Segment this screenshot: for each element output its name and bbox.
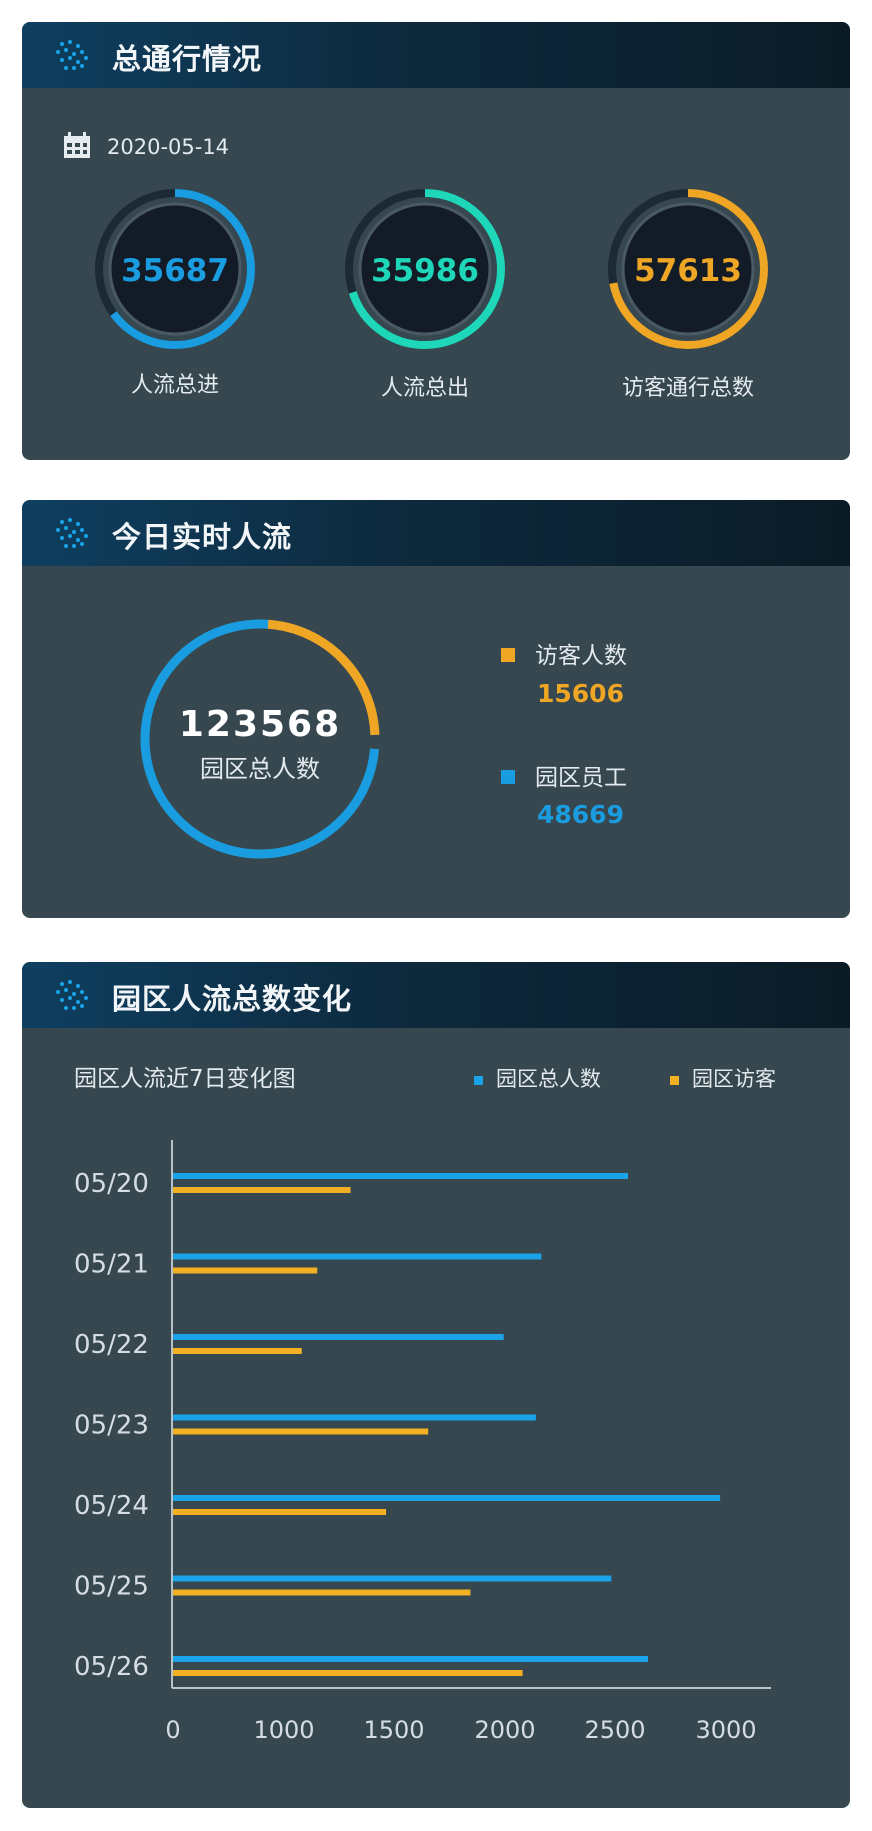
donut-area: 123568 园区总人数 访客人数 15606 园区员工 48669 (140, 619, 627, 859)
legend-employees: 园区员工 48669 (501, 765, 627, 829)
y-tick-label: 05/21 (74, 1250, 149, 1280)
chart-legend-total: 园区总人数 (474, 1067, 601, 1091)
gauge-label: 访客通行总数 (622, 376, 754, 401)
legend-name: 园区员工 (535, 765, 627, 791)
gauge-label: 人流总出 (381, 376, 469, 401)
bar-total (173, 1334, 504, 1340)
total-value: 123568 (179, 704, 341, 745)
calendar-icon (64, 132, 90, 158)
gauges-area: 2020-05-14 35687 人流总进 35986 人流总出 57613 访… (64, 132, 768, 401)
bar-visitors (173, 1348, 302, 1354)
legend-visitors: 访客人数 15606 (501, 643, 627, 708)
bar-chart: 园区人流近7日变化图 园区总人数 园区访客 05/2005/2105/2205/… (74, 1066, 776, 1744)
legend-value: 48669 (537, 800, 624, 829)
bar-total (173, 1253, 542, 1260)
y-tick-label: 05/23 (74, 1411, 149, 1441)
bar-visitors (173, 1267, 318, 1274)
x-tick-label: 1500 (363, 1716, 424, 1744)
legend-name: 园区总人数 (496, 1067, 601, 1091)
y-tick-label: 05/22 (74, 1330, 149, 1360)
bar-visitors (173, 1670, 523, 1676)
legend-swatch (474, 1076, 483, 1085)
total-donut: 123568 园区总人数 (140, 619, 380, 859)
bar-visitors (173, 1509, 387, 1515)
bar-total (173, 1495, 721, 1501)
gauge-people-in: 35687 人流总进 (95, 189, 255, 398)
bar-total (173, 1656, 648, 1662)
legend-swatch (670, 1076, 679, 1085)
legend-name: 访客人数 (535, 643, 627, 669)
x-tick-label: 2000 (474, 1716, 535, 1744)
bar-total (173, 1173, 628, 1179)
legend-name: 园区访客 (692, 1067, 776, 1091)
y-tick-labels: 05/20 05/21 05/22 05/23 05/24 05/25 05/26 (74, 1169, 149, 1682)
chart-title: 园区人流近7日变化图 (74, 1066, 296, 1092)
x-tick-labels: 0 1000 1500 2000 2500 3000 (165, 1716, 756, 1744)
total-traffic-panel: 总通行情况 2020-05-14 35687 人流总进 35986 人流总出 5… (22, 22, 850, 460)
bar-total (173, 1575, 612, 1582)
bar-total (173, 1414, 536, 1421)
gauge-value: 57613 (634, 253, 742, 289)
legend-swatch (501, 648, 515, 662)
y-tick-label: 05/24 (74, 1491, 149, 1521)
bar-visitors (173, 1428, 429, 1435)
gauge-people-out: 35986 人流总出 (345, 189, 505, 401)
realtime-traffic-panel: 今日实时人流 123568 园区总人数 访客人数 15606 园区员工 4866… (22, 500, 850, 918)
x-tick-label: 2500 (584, 1716, 645, 1744)
gauge-visitor-total: 57613 访客通行总数 (608, 189, 768, 401)
x-tick-label: 3000 (695, 1716, 756, 1744)
bar-visitors (173, 1589, 471, 1596)
legend-swatch (501, 770, 515, 784)
total-label: 园区总人数 (200, 755, 320, 783)
traffic-change-panel: 园区人流总数变化 园区人流近7日变化图 园区总人数 园区访客 05/20 05/2… (22, 962, 850, 1808)
bars-group (173, 1173, 721, 1676)
gauge-label: 人流总进 (131, 373, 219, 398)
y-tick-label: 05/25 (74, 1572, 149, 1602)
x-tick-label: 1000 (253, 1716, 314, 1744)
bar-visitors (173, 1187, 351, 1193)
y-tick-label: 05/26 (74, 1652, 149, 1682)
chart-legend-visitors: 园区访客 (670, 1067, 776, 1091)
date-text: 2020-05-14 (107, 135, 229, 159)
legend-value: 15606 (537, 679, 624, 708)
x-tick-label: 0 (165, 1716, 180, 1744)
gauge-value: 35687 (121, 253, 229, 289)
gauge-value: 35986 (371, 253, 479, 289)
y-tick-label: 05/20 (74, 1169, 149, 1199)
